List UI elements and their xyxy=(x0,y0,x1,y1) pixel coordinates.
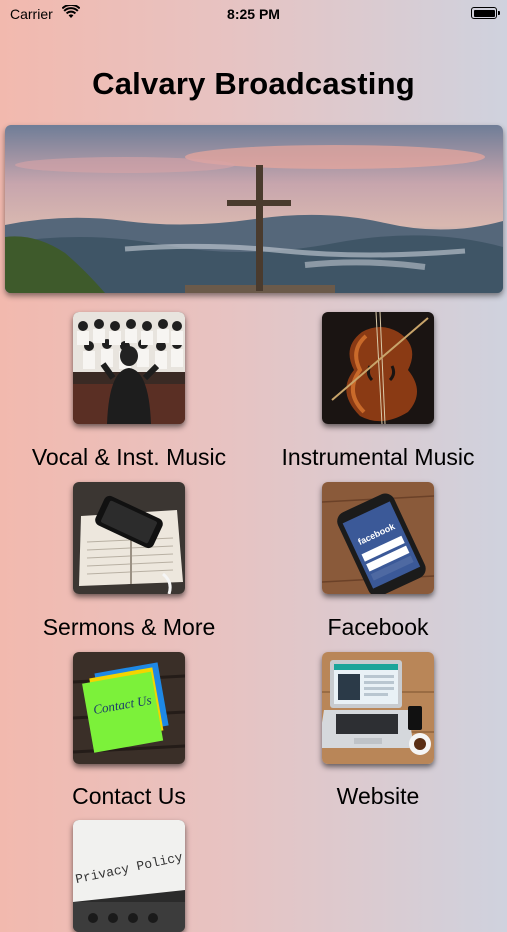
privacy-policy-tile[interactable]: Privacy Policy xyxy=(73,820,185,932)
sermons-label[interactable]: Sermons & More xyxy=(9,614,249,641)
vocal-music-tile[interactable] xyxy=(73,312,185,424)
facebook-label[interactable]: Facebook xyxy=(258,614,498,641)
website-label[interactable]: Website xyxy=(258,783,498,810)
website-tile[interactable] xyxy=(322,652,434,764)
cello-icon xyxy=(322,312,434,424)
banner-image xyxy=(5,125,503,293)
sermons-tile[interactable] xyxy=(73,482,185,594)
facebook-phone-icon: facebook xyxy=(322,482,434,594)
vocal-music-label[interactable]: Vocal & Inst. Music xyxy=(9,444,249,471)
laptop-icon xyxy=(322,652,434,764)
instrumental-music-label[interactable]: Instrumental Music xyxy=(258,444,498,471)
sticky-note-icon: Contact Us xyxy=(73,652,185,764)
choir-conductor-icon xyxy=(73,312,185,424)
app-title: Calvary Broadcasting xyxy=(92,66,415,101)
clock: 8:25 PM xyxy=(227,6,280,22)
battery-icon xyxy=(471,7,500,19)
privacy-policy-icon: Privacy Policy xyxy=(73,820,185,932)
contact-us-label[interactable]: Contact Us xyxy=(9,783,249,810)
contact-us-tile[interactable]: Contact Us xyxy=(73,652,185,764)
bible-phone-icon xyxy=(73,482,185,594)
status-bar: Carrier 8:25 PM xyxy=(0,0,507,30)
facebook-tile[interactable]: facebook xyxy=(322,482,434,594)
instrumental-music-tile[interactable] xyxy=(322,312,434,424)
cross-landscape-icon xyxy=(5,125,503,293)
